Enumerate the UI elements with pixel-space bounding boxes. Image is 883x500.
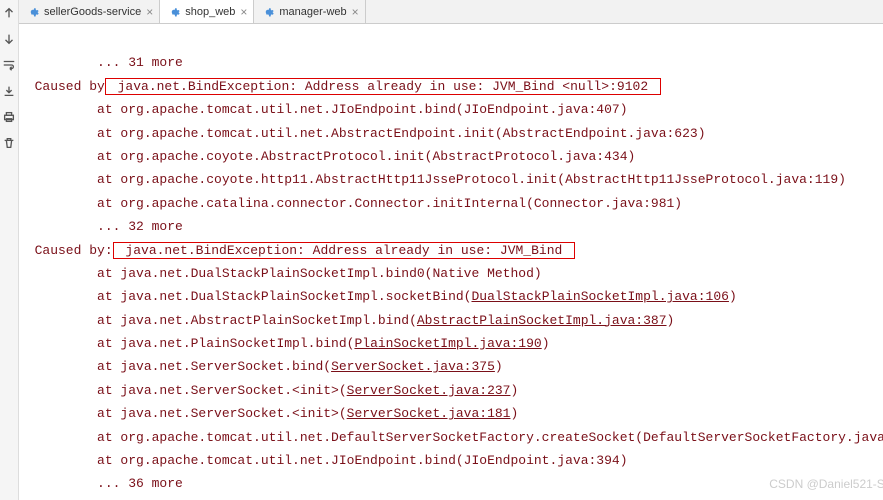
stack-line: ) (729, 289, 737, 304)
stack-line: ) (510, 383, 518, 398)
stack-line: ) (510, 406, 518, 421)
gutter-rail (0, 0, 19, 500)
stack-line: ) (495, 359, 503, 374)
stack-line: at java.net.ServerSocket.<init>( (19, 383, 347, 398)
stack-line: Caused by: (19, 243, 113, 258)
gear-icon (262, 6, 274, 18)
stack-line: ... 32 more (19, 219, 183, 234)
tab-label: manager-web (279, 6, 346, 18)
stack-line: at org.apache.coyote.http11.AbstractHttp… (19, 172, 846, 187)
stack-line: at java.net.DualStackPlainSocketImpl.soc… (19, 289, 471, 304)
stack-line: ) (667, 313, 675, 328)
stack-line: at org.apache.coyote.AbstractProtocol.in… (19, 149, 635, 164)
trash-icon[interactable] (0, 134, 18, 152)
wrap-icon[interactable] (0, 56, 18, 74)
scroll-lock-icon[interactable] (0, 82, 18, 100)
source-link[interactable]: DualStackPlainSocketImpl.java:106 (471, 289, 728, 304)
tab-label: sellerGoods-service (44, 6, 141, 18)
boxed-exception: java.net.BindException: Address already … (113, 242, 575, 259)
source-link[interactable]: ServerSocket.java:375 (331, 359, 495, 374)
source-link[interactable]: PlainSocketImpl.java:190 (354, 336, 541, 351)
print-icon[interactable] (0, 108, 18, 126)
stack-line: Caused by (19, 79, 105, 94)
boxed-exception: java.net.BindException: Address already … (105, 78, 661, 95)
main-area: sellerGoods-service × shop_web × manager… (19, 0, 883, 500)
stack-line: at java.net.AbstractPlainSocketImpl.bind… (19, 313, 417, 328)
stack-line: ... 31 more (19, 55, 183, 70)
close-icon[interactable]: × (352, 6, 359, 18)
arrow-down-icon[interactable] (0, 30, 18, 48)
stack-line: at java.net.PlainSocketImpl.bind( (19, 336, 354, 351)
source-link[interactable]: AbstractPlainSocketImpl.java:387 (417, 313, 667, 328)
source-link[interactable]: ServerSocket.java:181 (347, 406, 511, 421)
watermark: CSDN @Daniel521-Spark (769, 474, 883, 496)
stack-line: at org.apache.catalina.connector.Connect… (19, 196, 682, 211)
gear-icon (168, 6, 180, 18)
tab-seller-goods[interactable]: sellerGoods-service × (19, 0, 160, 23)
arrow-up-icon[interactable] (0, 4, 18, 22)
stack-line: at org.apache.tomcat.util.net.JIoEndpoin… (19, 453, 628, 468)
stack-line: at java.net.ServerSocket.<init>( (19, 406, 347, 421)
gear-icon (27, 6, 39, 18)
tab-label: shop_web (185, 6, 235, 18)
close-icon[interactable]: × (146, 6, 153, 18)
stack-line: at org.apache.tomcat.util.net.AbstractEn… (19, 126, 706, 141)
stack-line: at java.net.ServerSocket.bind( (19, 359, 331, 374)
stack-line: ) (542, 336, 550, 351)
tab-shop-web[interactable]: shop_web × (160, 0, 254, 23)
stack-line: ... 36 more (19, 476, 183, 491)
tab-manager-web[interactable]: manager-web × (254, 0, 365, 23)
stack-line: at java.net.DualStackPlainSocketImpl.bin… (19, 266, 542, 281)
stack-line: at org.apache.tomcat.util.net.DefaultSer… (19, 430, 883, 445)
stack-line: at org.apache.tomcat.util.net.JIoEndpoin… (19, 102, 628, 117)
source-link[interactable]: ServerSocket.java:237 (347, 383, 511, 398)
console-output[interactable]: ... 31 more Caused by java.net.BindExcep… (19, 24, 883, 500)
tab-bar: sellerGoods-service × shop_web × manager… (19, 0, 883, 24)
close-icon[interactable]: × (240, 6, 247, 18)
